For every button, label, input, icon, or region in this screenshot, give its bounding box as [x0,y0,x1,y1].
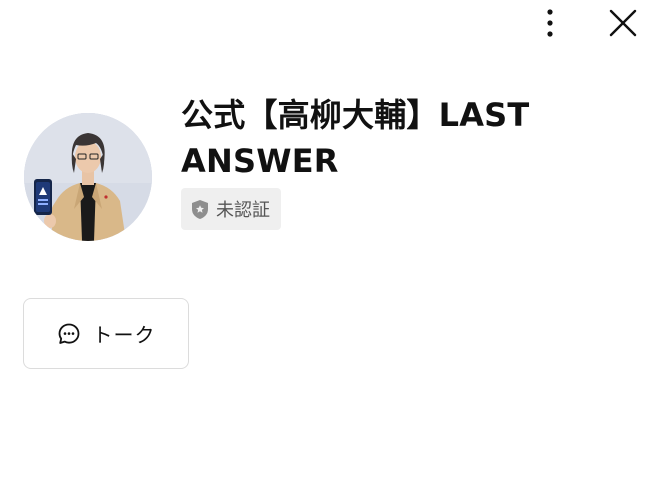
chat-bubble-icon [57,322,81,346]
more-options-button[interactable] [536,8,564,42]
shield-icon [191,198,211,220]
close-button[interactable] [604,6,642,44]
close-icon [609,9,637,41]
talk-button-label: トーク [92,323,156,347]
talk-button[interactable]: トーク [23,298,189,369]
profile-name: 公式【高柳大輔】LAST ANSWER [181,96,530,180]
more-vertical-icon [546,8,554,42]
badge-label: 未認証 [216,200,270,221]
status-badge: 未認証 [181,188,281,230]
avatar [24,113,152,241]
